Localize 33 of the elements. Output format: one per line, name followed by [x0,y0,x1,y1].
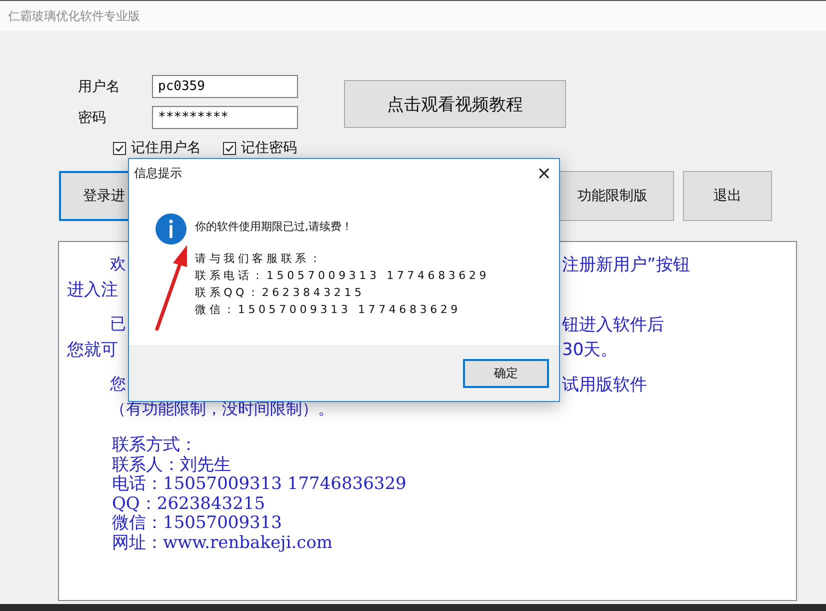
video-tutorial-button[interactable]: 点击观看视频教程 [344,80,566,128]
info-text: 钮进入软件后 [562,314,664,336]
info-text: 进入注 [67,280,118,300]
contact-text: QQ：2623843215 [112,494,266,514]
action-button[interactable]: 退出 [683,171,772,221]
info-text: 30天。 [562,339,618,361]
dialog-text: 联系QQ：2623843215 [195,286,365,299]
info-text: 注册新用户”按钮 [562,254,690,276]
username-field[interactable]: pc0359 [152,75,298,98]
contact-text: 联系人：刘先生 [112,454,231,474]
info-icon [155,213,187,245]
contact-text: 网址：www.renbakeji.com [112,532,333,552]
info-text: 试用版软件 [562,374,647,396]
password-label: 密码 [78,108,107,126]
info-text: 已 [110,314,126,333]
dialog-text: 联系电话：15057009313 1774683629 [195,269,490,282]
window-title: 仁霸玻璃优化软件专业版 [8,8,140,24]
dialog-message: 你的软件使用期限已过,请续费！ [195,220,352,233]
username-label: 用户名 [78,78,121,96]
dialog-text: 微信：15057009313 1774683629 [195,303,461,316]
info-text: 您 [110,374,126,393]
password-field[interactable]: ********* [152,106,298,129]
contact-text: 联系方式： [112,435,197,455]
ok-button[interactable]: 确定 [463,358,549,388]
dialog-text: 请与我们客服联系： [195,252,324,265]
checkbox[interactable] [223,142,236,154]
contact-text: 微信：15057009313 [112,513,282,533]
checkbox[interactable] [113,142,126,154]
info-text: 您就可 [67,340,118,360]
checkbox-label: 记住用户名 [131,139,201,157]
contact-text: 电话：15057009313 17746836329 [112,474,406,494]
checkbox-label: 记住密码 [241,139,297,157]
info-text: 欢 [110,254,126,273]
